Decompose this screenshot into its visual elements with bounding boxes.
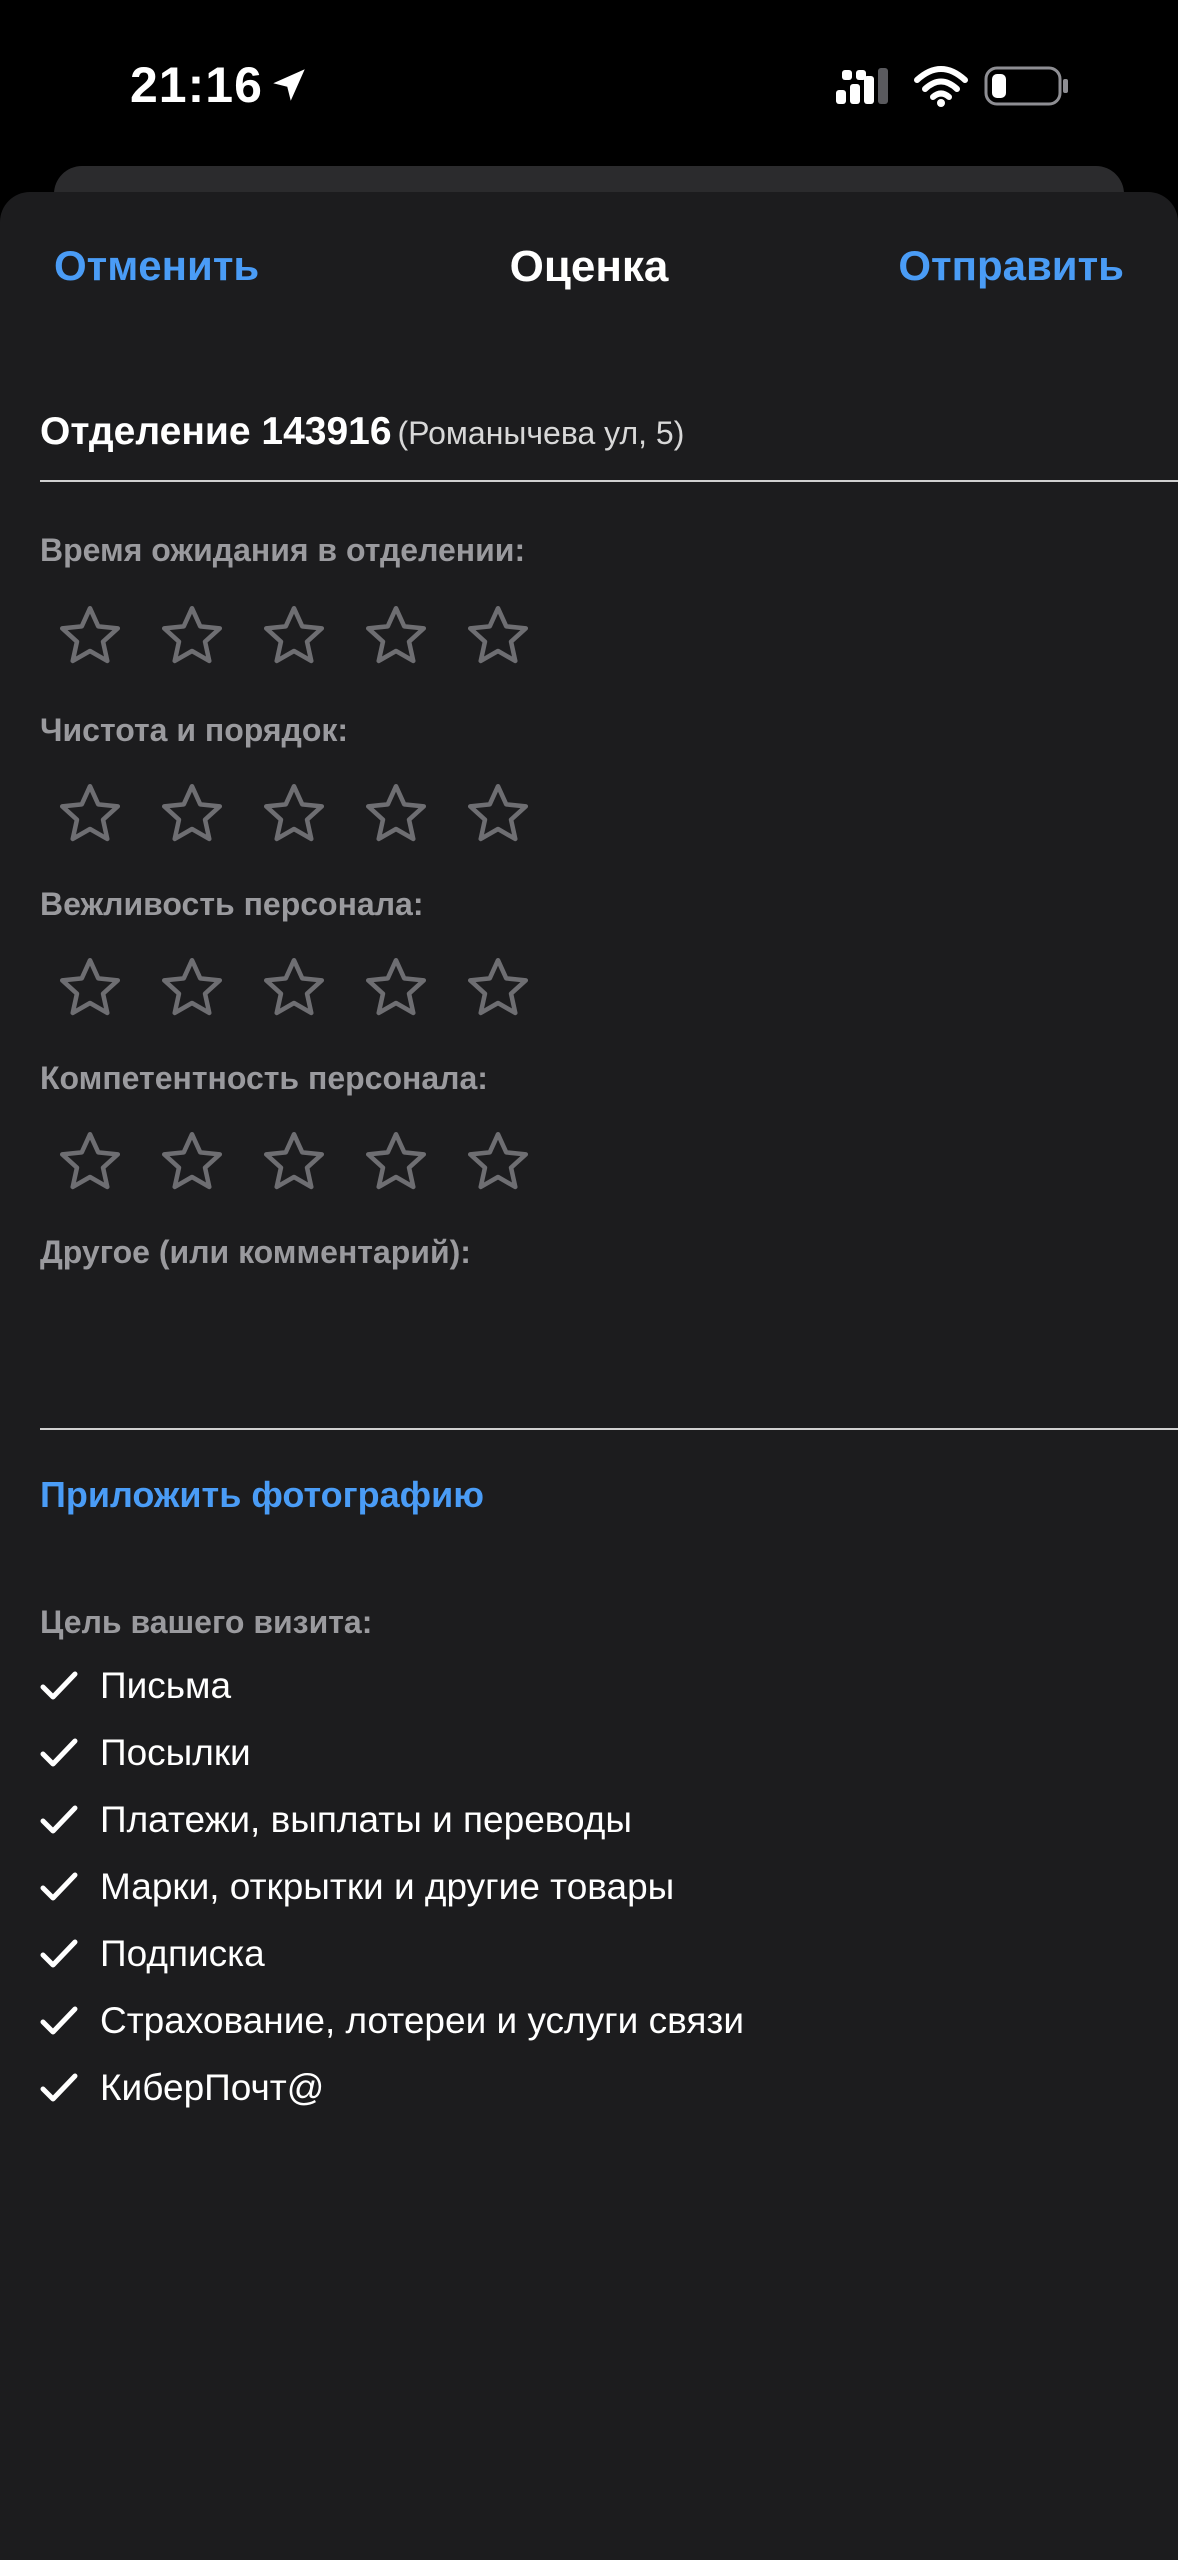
rating-sheet: Отменить Оценка Отправить Отделение 1439… (0, 192, 1178, 2560)
star-icon[interactable] (56, 780, 124, 848)
purpose-item[interactable]: Посылки (40, 1719, 744, 1786)
star-icon[interactable] (158, 780, 226, 848)
purpose-item[interactable]: Подписка (40, 1920, 744, 1987)
star-icon[interactable] (464, 1128, 532, 1196)
star-rating-waiting[interactable] (56, 602, 532, 670)
send-button[interactable]: Отправить (898, 242, 1124, 290)
signal-icon (836, 68, 888, 104)
star-icon[interactable] (362, 780, 430, 848)
star-icon[interactable] (464, 780, 532, 848)
status-bar: 21:16 (0, 0, 1178, 170)
star-icon[interactable] (260, 1128, 328, 1196)
checkmark-icon (40, 1805, 78, 1833)
comment-input[interactable] (40, 1286, 1140, 1366)
purpose-item[interactable]: Письма (40, 1652, 744, 1719)
purpose-item-label: Страхование, лотереи и услуги связи (100, 1999, 744, 2041)
rating-label-waiting: Время ожидания в отделении: (40, 532, 526, 568)
purpose-item[interactable]: Страхование, лотереи и услуги связи (40, 1987, 744, 2054)
star-rating-politeness[interactable] (56, 954, 532, 1022)
office-header: Отделение 143916 (Романычева ул, 5) (40, 410, 684, 454)
checkmark-icon (40, 1872, 78, 1900)
checkmark-icon (40, 2073, 78, 2101)
star-icon[interactable] (260, 602, 328, 670)
star-icon[interactable] (362, 954, 430, 1022)
checkmark-icon (40, 2006, 78, 2034)
checkmark-icon (40, 1939, 78, 1967)
star-icon[interactable] (260, 780, 328, 848)
purpose-item[interactable]: Платежи, выплаты и переводы (40, 1786, 744, 1853)
star-rating-competence[interactable] (56, 1128, 532, 1196)
comment-label: Другое (или комментарий): (40, 1234, 471, 1270)
star-icon[interactable] (362, 602, 430, 670)
purpose-item-label: КиберПочт@ (100, 2066, 325, 2108)
divider (40, 480, 1178, 482)
checkmark-icon (40, 1738, 78, 1766)
wifi-icon (914, 66, 968, 107)
star-icon[interactable] (464, 954, 532, 1022)
star-icon[interactable] (56, 954, 124, 1022)
purpose-item-label: Посылки (100, 1731, 251, 1773)
purpose-item-label: Письма (100, 1664, 232, 1706)
star-icon[interactable] (56, 602, 124, 670)
battery-icon (984, 66, 1068, 106)
star-icon[interactable] (158, 602, 226, 670)
purpose-item[interactable]: КиберПочт@ (40, 2054, 744, 2121)
rating-label-competence: Компетентность персонала: (40, 1060, 488, 1096)
purpose-item-label: Подписка (100, 1932, 265, 1974)
checkmark-icon (40, 1671, 78, 1699)
star-icon[interactable] (362, 1128, 430, 1196)
attach-photo-button[interactable]: Приложить фотографию (40, 1474, 484, 1516)
star-icon[interactable] (464, 602, 532, 670)
rating-label-cleanliness: Чистота и порядок: (40, 712, 349, 748)
purpose-item-label: Марки, открытки и другие товары (100, 1865, 675, 1907)
star-icon[interactable] (260, 954, 328, 1022)
star-icon[interactable] (56, 1128, 124, 1196)
purpose-item-label: Платежи, выплаты и переводы (100, 1798, 632, 1840)
nav-bar: Отменить Оценка Отправить (0, 192, 1178, 342)
divider (40, 1428, 1178, 1430)
office-address: (Романычева ул, 5) (397, 415, 685, 451)
visit-purpose-list: Письма Посылки Платежи, выплаты и переводы… (40, 1652, 744, 2121)
office-name: Отделение 143916 (40, 410, 392, 453)
star-icon[interactable] (158, 1128, 226, 1196)
purpose-item[interactable]: Марки, открытки и другие товары (40, 1853, 744, 1920)
visit-purpose-label: Цель вашего визита: (40, 1604, 373, 1640)
rating-label-politeness: Вежливость персонала: (40, 886, 424, 922)
star-icon[interactable] (158, 954, 226, 1022)
star-rating-cleanliness[interactable] (56, 780, 532, 848)
status-time: 21:16 (130, 57, 263, 113)
location-arrow-icon (273, 69, 305, 101)
